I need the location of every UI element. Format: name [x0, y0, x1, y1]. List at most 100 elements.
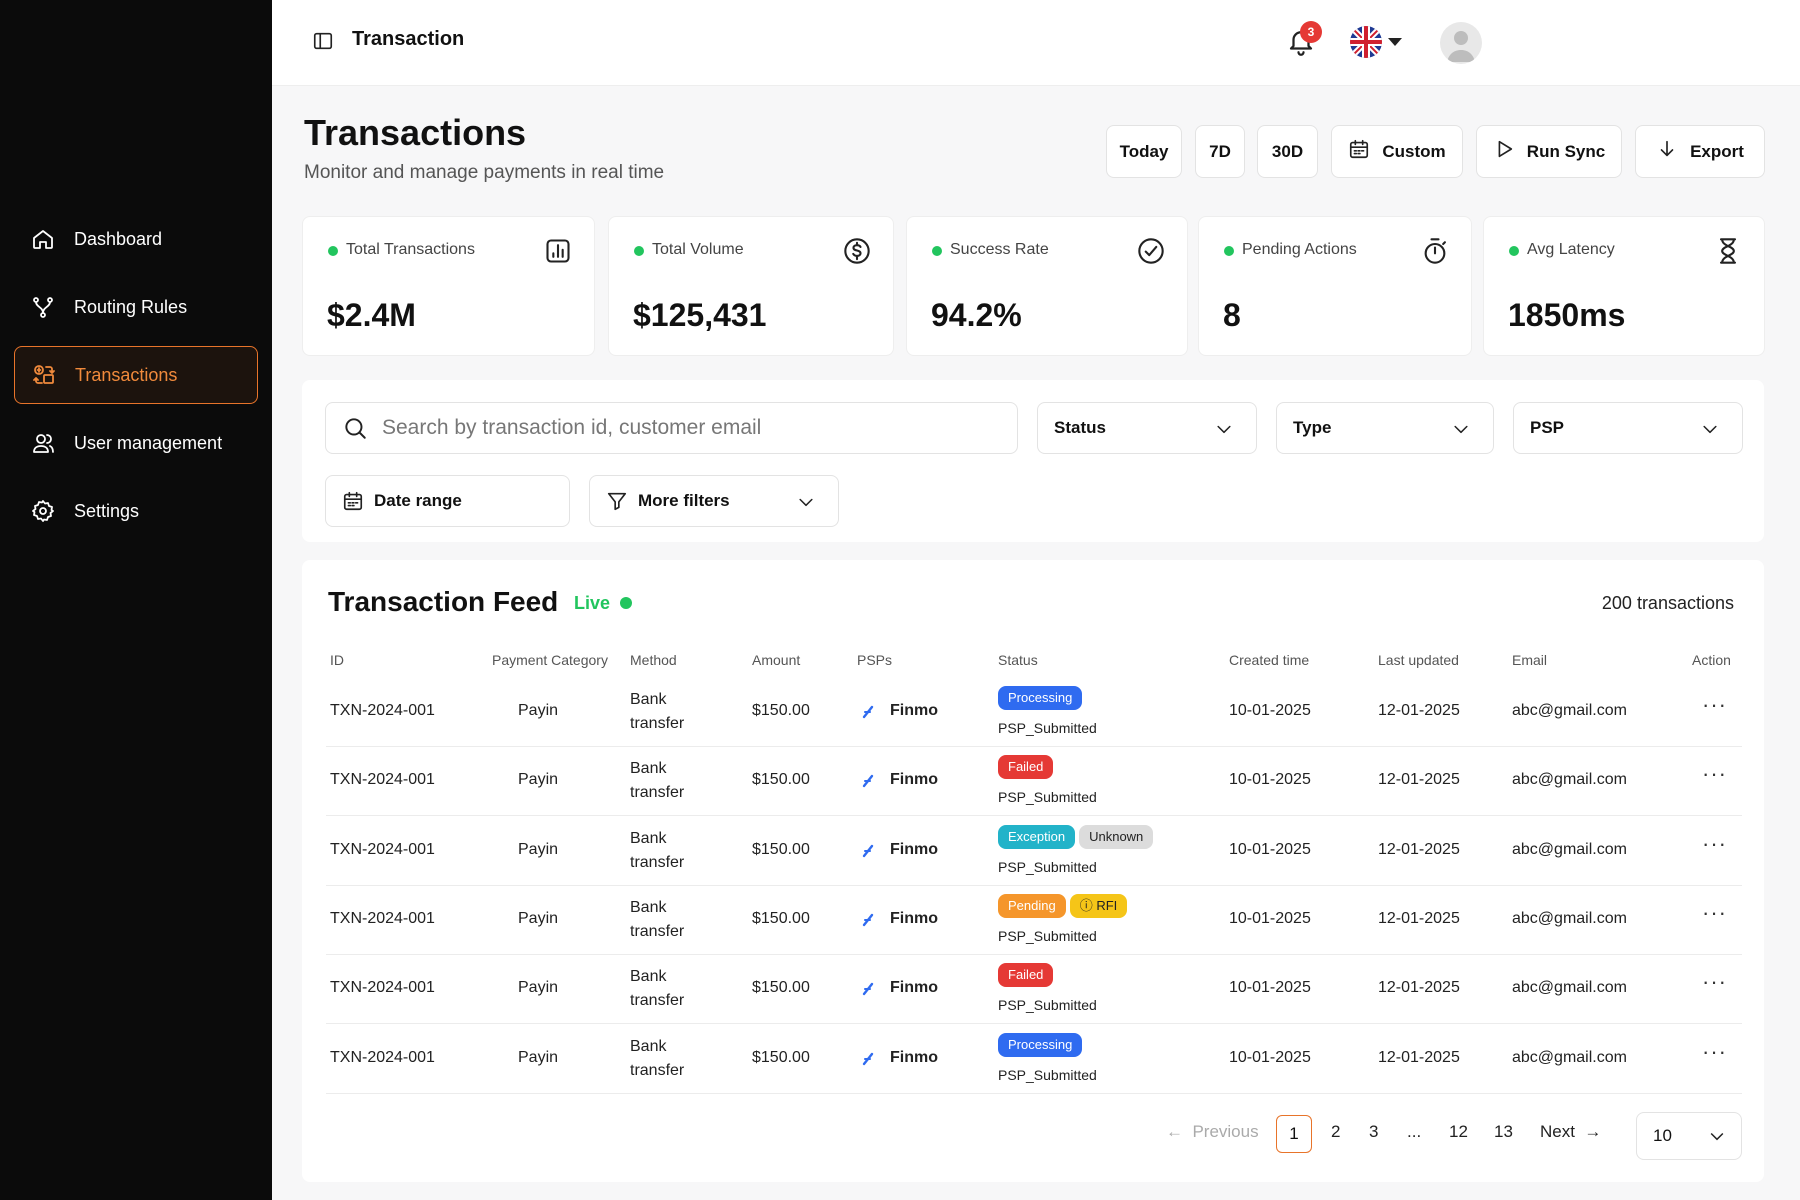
- finmo-logo-icon: [861, 843, 875, 859]
- export-button[interactable]: Export: [1635, 125, 1765, 178]
- arrow-left-icon: ←: [1166, 1122, 1183, 1141]
- column-header-action[interactable]: Action: [1692, 652, 1731, 668]
- row-actions-button[interactable]: ···: [1702, 900, 1727, 926]
- custom-button-label: Custom: [1382, 141, 1446, 161]
- table-row[interactable]: TXN-2024-001 Payin Bank transfer $150.00 Finm…: [326, 1025, 1742, 1094]
- dollar-icon: [843, 237, 871, 265]
- chevron-down-icon: [1214, 419, 1234, 439]
- chevron-down-icon: [1451, 419, 1471, 439]
- payment-category: Payin: [518, 909, 559, 927]
- date-range-button[interactable]: Date range: [325, 475, 570, 527]
- last-updated: 12-01-2025: [1378, 702, 1460, 719]
- status-badges: Exception Unknown: [998, 824, 1157, 849]
- uk-flag-icon[interactable]: [1350, 26, 1382, 58]
- status-dot: [634, 246, 644, 256]
- custom-button[interactable]: Custom: [1331, 125, 1463, 178]
- sidebar-item-routing-rules[interactable]: Routing Rules: [14, 278, 258, 336]
- column-header-method[interactable]: Method: [630, 652, 677, 668]
- table-row[interactable]: TXN-2024-001 Payin Bank transfer $150.00 Finm…: [326, 678, 1742, 747]
- payment-method-line: Bank: [630, 829, 667, 847]
- finmo-logo-icon: [861, 773, 875, 789]
- page-button[interactable]: 3: [1369, 1122, 1378, 1142]
- avatar[interactable]: [1440, 22, 1482, 64]
- page-button[interactable]: 12: [1449, 1122, 1468, 1142]
- column-header-created-time[interactable]: Created time: [1229, 652, 1309, 668]
- row-actions-button[interactable]: ···: [1702, 761, 1727, 787]
- sidebar-item-dashboard[interactable]: Dashboard: [14, 210, 258, 268]
- created-time: 10-01-2025: [1229, 771, 1311, 789]
- sidebar-toggle-icon[interactable]: [312, 30, 334, 52]
- table-row[interactable]: TXN-2024-001 Payin Bank transfer $150.00 Finm…: [326, 886, 1742, 955]
- sidebar-item-label: Dashboard: [74, 228, 163, 249]
- column-header-email[interactable]: Email: [1512, 652, 1547, 668]
- live-label: Live: [574, 593, 611, 613]
- status-dot: [328, 246, 338, 256]
- column-header-amount[interactable]: Amount: [752, 652, 800, 668]
- sidebar-item-transactions[interactable]: Transactions: [14, 346, 258, 404]
- search-field[interactable]: [325, 402, 1018, 454]
- payment-method-line: Bank: [630, 898, 667, 916]
- language-chevron-down-icon[interactable]: [1388, 38, 1402, 46]
- created-time: 10-01-2025: [1229, 979, 1311, 997]
- table-row[interactable]: TXN-2024-001 Payin Bank transfer $150.00 Finm…: [326, 817, 1742, 886]
- stat-card-pending-actions: Pending Actions 8: [1198, 216, 1472, 356]
- psp-select[interactable]: PSP: [1513, 402, 1743, 454]
- chevron-down-icon: [1700, 419, 1720, 439]
- rows-per-page-select[interactable]: 10: [1636, 1112, 1742, 1160]
- page-ellipsis: ...: [1407, 1122, 1422, 1141]
- page-title: Transactions: [304, 112, 527, 153]
- page-button[interactable]: 13: [1494, 1122, 1513, 1142]
- today-button[interactable]: Today: [1106, 125, 1182, 178]
- column-header-status[interactable]: Status: [998, 652, 1038, 668]
- run-sync-button[interactable]: Run Sync: [1476, 125, 1622, 178]
- column-header-psps[interactable]: PSPs: [857, 652, 892, 668]
- column-header-payment-category[interactable]: Payment Category: [492, 652, 608, 668]
- sidebar-item-user-management[interactable]: User management: [14, 414, 258, 472]
- row-actions-button[interactable]: ···: [1702, 969, 1727, 995]
- 30d-button[interactable]: 30D: [1257, 125, 1318, 178]
- sidebar-item-settings[interactable]: Settings: [14, 482, 258, 540]
- next-page-button[interactable]: Next →: [1540, 1122, 1601, 1142]
- column-header-last-updated[interactable]: Last updated: [1378, 652, 1459, 668]
- stat-label: Success Rate: [950, 241, 1049, 258]
- notification-badge: 3: [1300, 21, 1322, 43]
- type-select[interactable]: Type: [1276, 402, 1494, 454]
- download-arrow-icon: [1656, 138, 1690, 165]
- chevron-down-icon: [1707, 1126, 1727, 1146]
- stat-card-success-rate: Success Rate 94.2%: [906, 216, 1188, 356]
- sub-status: PSP_Submitted: [998, 720, 1097, 736]
- status-badge: Processing: [998, 686, 1083, 710]
- 7d-button[interactable]: 7D: [1195, 125, 1245, 178]
- 30d-button-label: 30D: [1271, 141, 1304, 161]
- previous-page-button[interactable]: ← Previous: [1166, 1122, 1259, 1142]
- calendar-icon: [342, 490, 364, 512]
- stat-card-total-transactions: Total Transactions $2.4M: [302, 216, 595, 356]
- page-button[interactable]: 2: [1331, 1122, 1340, 1142]
- status-dot: [932, 246, 942, 256]
- email: abc@gmail.com: [1512, 979, 1627, 997]
- payment-method-line: transfer: [630, 853, 685, 871]
- sub-status: PSP_Submitted: [998, 789, 1097, 806]
- more-filters-button[interactable]: More filters: [589, 475, 839, 527]
- filter-funnel-icon: [606, 490, 628, 512]
- psp-name: Finmo: [890, 702, 938, 719]
- column-header-id[interactable]: ID: [330, 652, 344, 668]
- rows-per-page-value: 10: [1653, 1126, 1672, 1145]
- payment-method-line: Bank: [630, 1037, 667, 1055]
- routing-icon: [30, 294, 56, 320]
- page-button-current[interactable]: 1: [1276, 1115, 1312, 1153]
- row-actions-button[interactable]: ···: [1702, 1039, 1727, 1065]
- more-filters-label: More filters: [638, 491, 730, 510]
- stat-label: Avg Latency: [1527, 241, 1615, 258]
- psp-name: Finmo: [890, 840, 938, 858]
- payment-category: Payin: [518, 702, 559, 719]
- finmo-logo-icon: [861, 912, 875, 928]
- row-actions-button[interactable]: ···: [1702, 692, 1727, 718]
- row-actions-button[interactable]: ···: [1702, 831, 1727, 857]
- stat-value: 94.2%: [931, 297, 1022, 333]
- status-select[interactable]: Status: [1037, 402, 1257, 454]
- search-input[interactable]: [382, 416, 982, 440]
- table-row[interactable]: TXN-2024-001 Payin Bank transfer $150.00 Finm…: [326, 955, 1742, 1025]
- email: abc@gmail.com: [1512, 702, 1627, 719]
- table-row[interactable]: TXN-2024-001 Payin Bank transfer $150.00 Finm…: [326, 747, 1742, 817]
